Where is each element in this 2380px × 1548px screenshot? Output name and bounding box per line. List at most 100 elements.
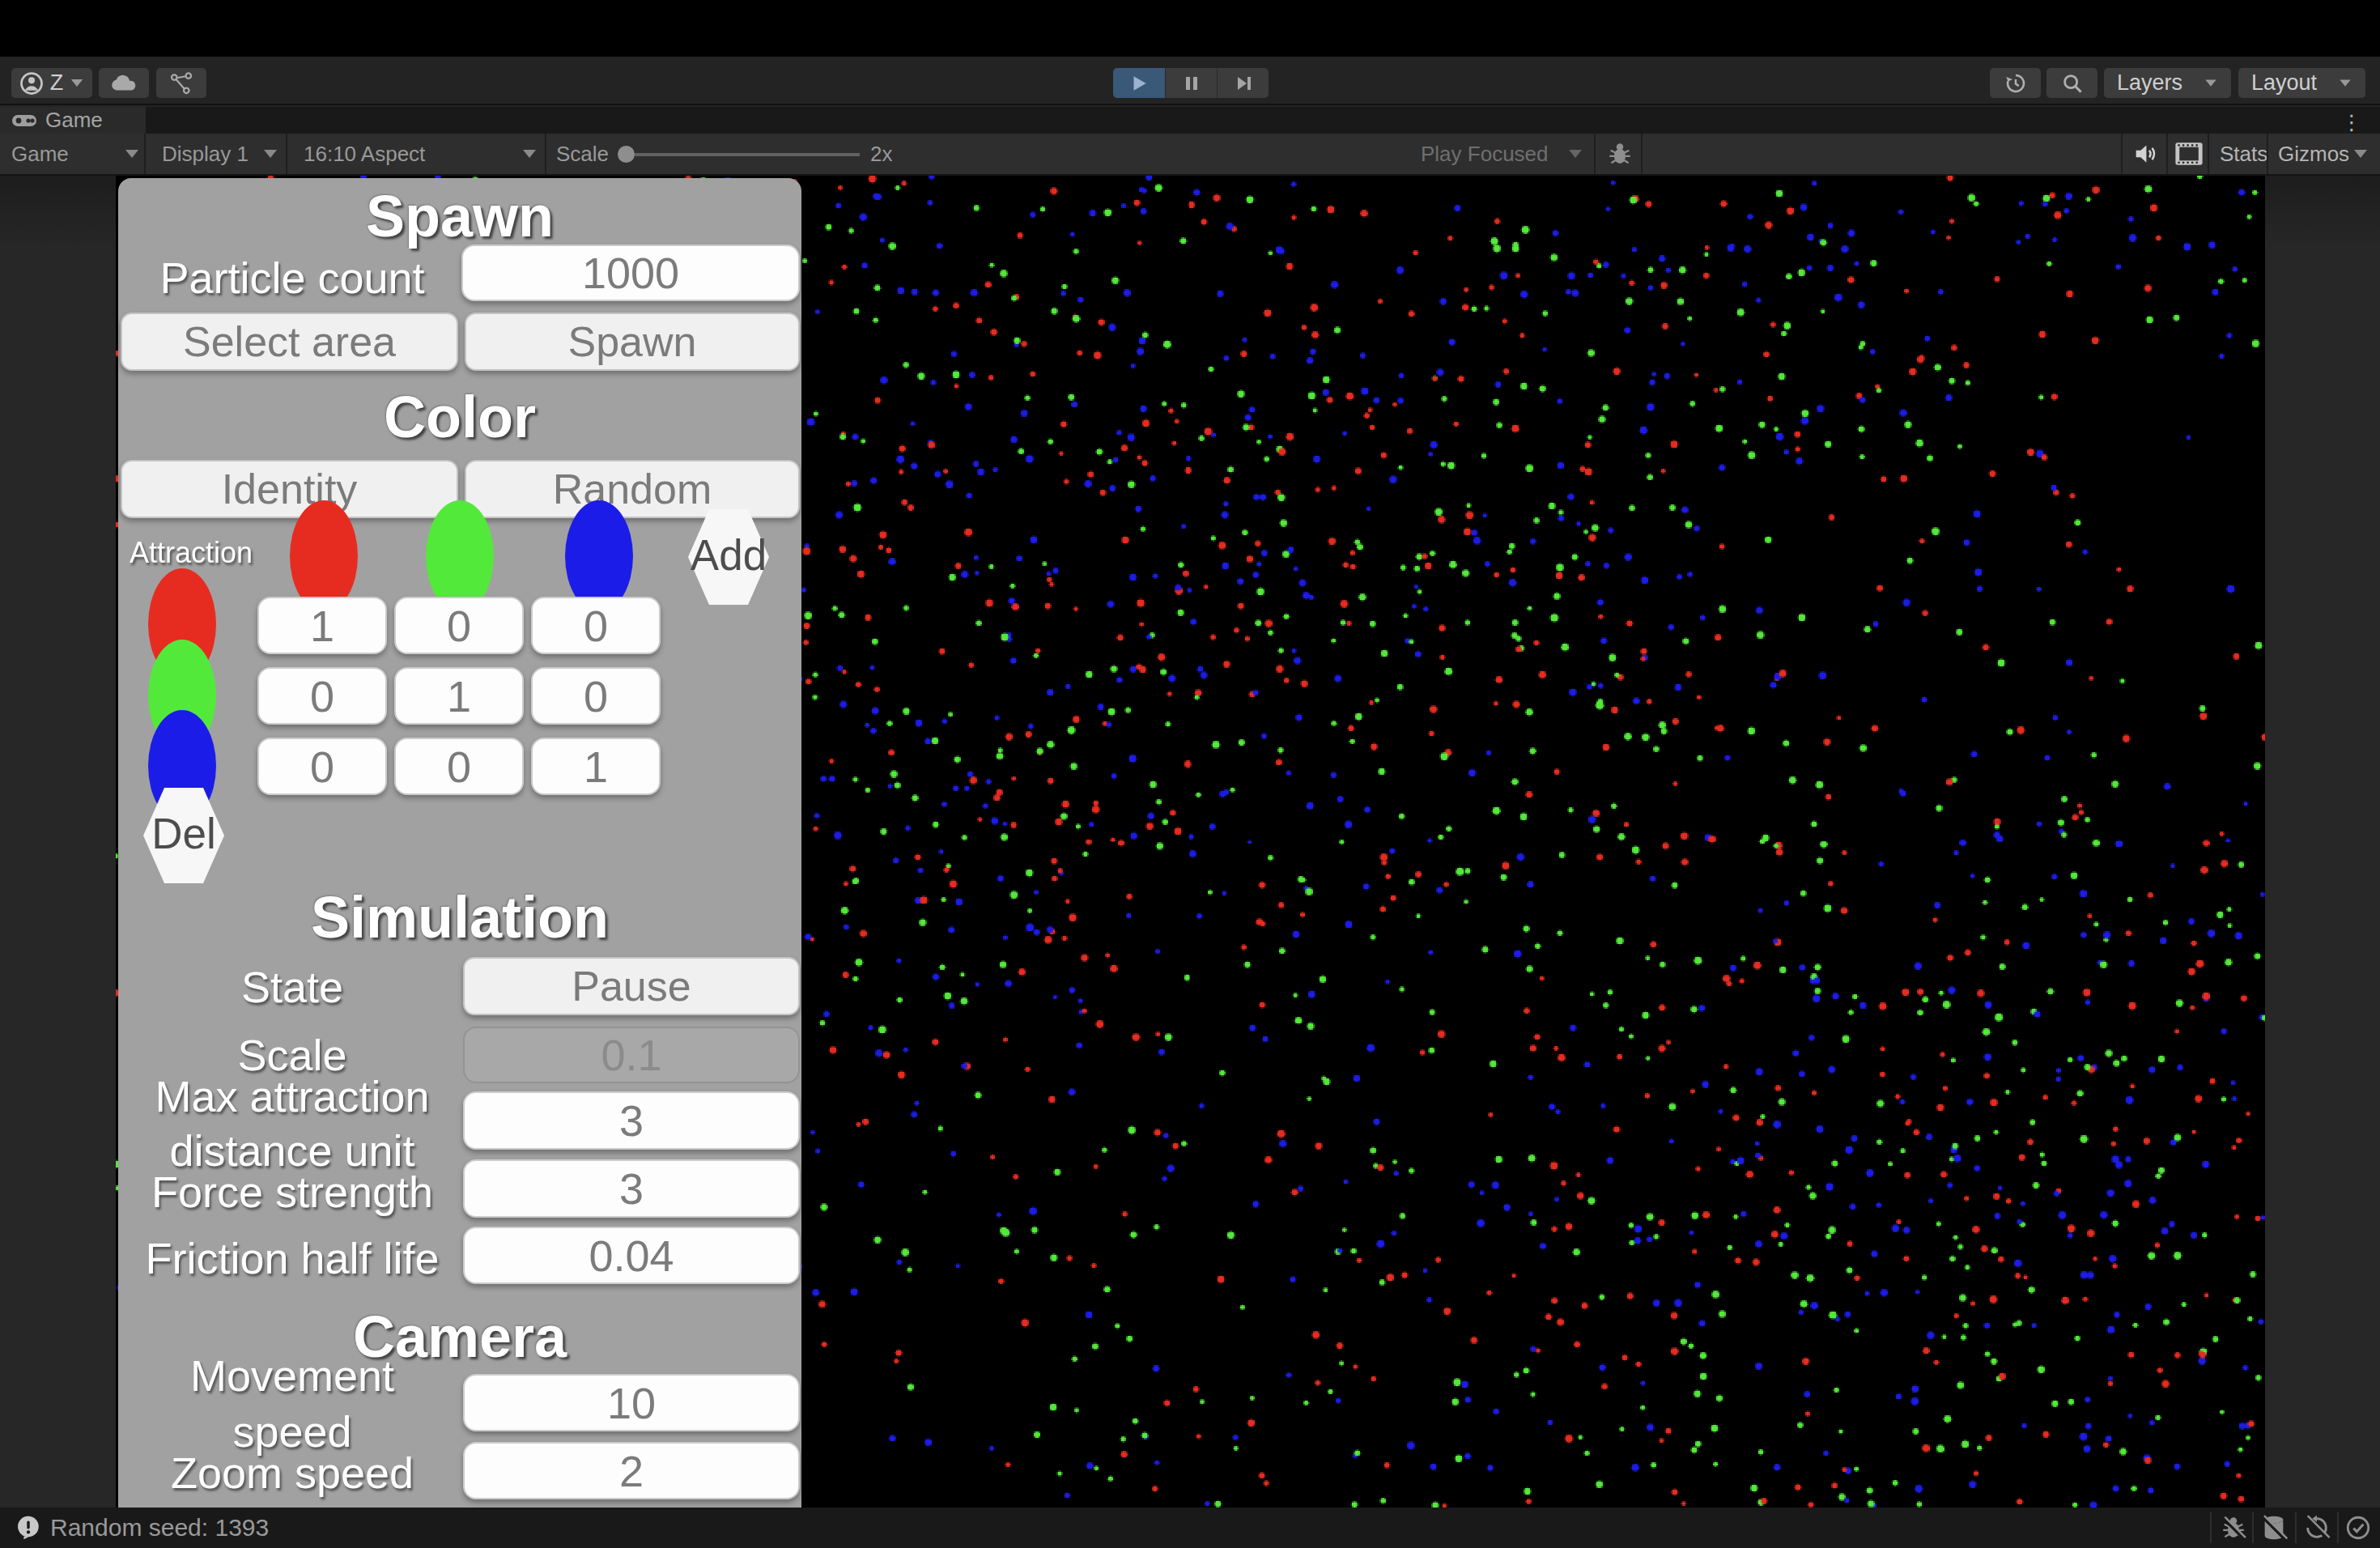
debugger-disabled-button[interactable] <box>2220 1514 2247 1545</box>
spawn-button[interactable]: Spawn <box>465 313 800 371</box>
matrix-cell-2-2[interactable]: 1 <box>531 738 661 795</box>
stats-button[interactable]: Stats <box>2220 134 2267 174</box>
separator <box>2210 1512 2212 1543</box>
matrix-cell-0-1[interactable]: 0 <box>394 597 524 654</box>
cloud-button[interactable] <box>99 68 149 98</box>
play-icon <box>1128 73 1150 94</box>
particle-count-input[interactable]: 1000 <box>461 245 800 301</box>
bug-icon <box>1606 140 1634 168</box>
add-color-button[interactable]: Add <box>688 509 769 605</box>
game-viewport[interactable]: Spawn Particle count 1000 Select area Sp… <box>116 176 2265 1508</box>
vsync-button[interactable] <box>2174 134 2204 174</box>
top-black-strip <box>0 0 2380 57</box>
layers-label: Layers <box>2117 70 2182 96</box>
max-attraction-label-line1: Max attraction <box>126 1071 458 1121</box>
color-swatch-green-column[interactable] <box>426 500 494 612</box>
delete-color-button[interactable]: Del <box>143 788 224 883</box>
kebab-menu-icon[interactable]: ⋮ <box>2341 110 2362 135</box>
play-button[interactable] <box>1113 68 1165 98</box>
matrix-cell-2-0[interactable]: 0 <box>257 738 387 795</box>
matrix-cell-1-1[interactable]: 1 <box>394 667 524 725</box>
play-focused-label: Play Focused <box>1421 142 1549 167</box>
scale-slider-knob[interactable] <box>618 146 635 163</box>
gizmos-dropdown[interactable]: Gizmos <box>2278 134 2349 174</box>
select-area-button[interactable]: Select area <box>121 313 458 371</box>
separator <box>2267 134 2268 174</box>
debug-button[interactable] <box>1606 134 1634 174</box>
scale-slider-track[interactable] <box>635 153 860 156</box>
matrix-cell-1-2[interactable]: 0 <box>531 667 661 725</box>
cache-server-disabled-button[interactable] <box>2260 1514 2288 1545</box>
chevron-down-icon <box>2354 150 2367 158</box>
chevron-down-icon <box>1569 150 1582 158</box>
status-message[interactable]: Random seed: 1393 <box>50 1514 269 1542</box>
activity-ok-indicator[interactable] <box>2344 1514 2372 1545</box>
separator <box>2121 134 2123 174</box>
matrix-cell-0-0[interactable]: 1 <box>257 597 387 654</box>
layers-dropdown[interactable]: Layers <box>2104 68 2231 98</box>
matrix-cell-2-1[interactable]: 0 <box>394 738 524 795</box>
chevron-down-icon <box>125 150 138 158</box>
console-message-icon[interactable] <box>15 1514 42 1542</box>
aspect-dropdown[interactable]: 16:10 Aspect <box>304 134 425 174</box>
game-mode-label: Game <box>11 142 69 167</box>
movement-speed-input[interactable]: 10 <box>463 1374 800 1431</box>
attraction-label: Attraction <box>118 536 264 570</box>
branch-icon <box>169 71 193 96</box>
mute-audio-button[interactable] <box>2131 134 2160 174</box>
zoom-speed-label: Zoom speed <box>126 1448 458 1498</box>
pause-icon <box>1182 74 1201 93</box>
movement-speed-label-line1: Movement <box>126 1350 458 1401</box>
separator <box>286 134 287 174</box>
friction-half-life-input[interactable]: 0.04 <box>463 1227 800 1284</box>
search-icon <box>2060 71 2085 96</box>
speaker-icon <box>2131 140 2160 168</box>
force-strength-label: Force strength <box>126 1167 458 1217</box>
state-label: State <box>126 962 458 1012</box>
separator <box>545 134 546 174</box>
chevron-down-icon <box>2205 79 2216 86</box>
bug-slash-icon <box>2220 1514 2247 1542</box>
del-button-label: Del <box>151 809 216 858</box>
gamepad-icon <box>11 113 37 129</box>
play-focused-dropdown[interactable]: Play Focused <box>1421 134 1549 174</box>
scale-value: 2x <box>870 142 892 167</box>
undo-history-button[interactable] <box>1990 68 2041 98</box>
status-bar: Random seed: 1393 <box>0 1508 2380 1548</box>
display-label: Display 1 <box>162 142 249 167</box>
force-strength-input[interactable]: 3 <box>463 1159 800 1218</box>
game-mode-dropdown[interactable]: Game <box>11 134 69 174</box>
step-button[interactable] <box>1217 68 1269 98</box>
pause-button[interactable] <box>1165 68 1217 98</box>
matrix-cell-1-0[interactable]: 0 <box>257 667 387 725</box>
check-circle-icon <box>2344 1514 2372 1542</box>
display-dropdown[interactable]: Display 1 <box>162 134 249 174</box>
version-control-button[interactable] <box>156 68 206 98</box>
gizmos-label: Gizmos <box>2278 142 2349 167</box>
auto-refresh-disabled-button[interactable] <box>2303 1514 2331 1545</box>
simulation-section-title: Simulation <box>118 884 801 950</box>
color-swatch-red-column[interactable] <box>290 500 358 612</box>
state-pause-button[interactable]: Pause <box>463 957 800 1015</box>
spawn-section-title: Spawn <box>118 183 801 249</box>
film-frame-icon <box>2174 141 2204 167</box>
unity-editor: Z Layers Layout <box>0 0 2380 1548</box>
identity-button[interactable]: Identity <box>121 460 458 518</box>
database-slash-icon <box>2260 1514 2288 1542</box>
max-attraction-input[interactable]: 3 <box>463 1091 800 1150</box>
color-section-title: Color <box>118 384 801 450</box>
color-swatch-blue-column[interactable] <box>565 500 633 612</box>
tab-game[interactable]: Game <box>0 107 146 134</box>
separator <box>2208 134 2209 174</box>
cloud-icon <box>110 73 138 94</box>
matrix-cell-0-2[interactable]: 0 <box>531 597 661 654</box>
search-button[interactable] <box>2046 68 2097 98</box>
separator <box>2337 1512 2339 1543</box>
separator <box>1594 134 1596 174</box>
zoom-speed-input[interactable]: 2 <box>463 1442 800 1499</box>
account-button[interactable]: Z <box>11 68 92 98</box>
friction-half-life-label: Friction half life <box>126 1233 458 1283</box>
separator <box>1641 134 1643 174</box>
editor-stage: Spawn Particle count 1000 Select area Sp… <box>0 176 2380 1508</box>
layout-dropdown[interactable]: Layout <box>2238 68 2365 98</box>
